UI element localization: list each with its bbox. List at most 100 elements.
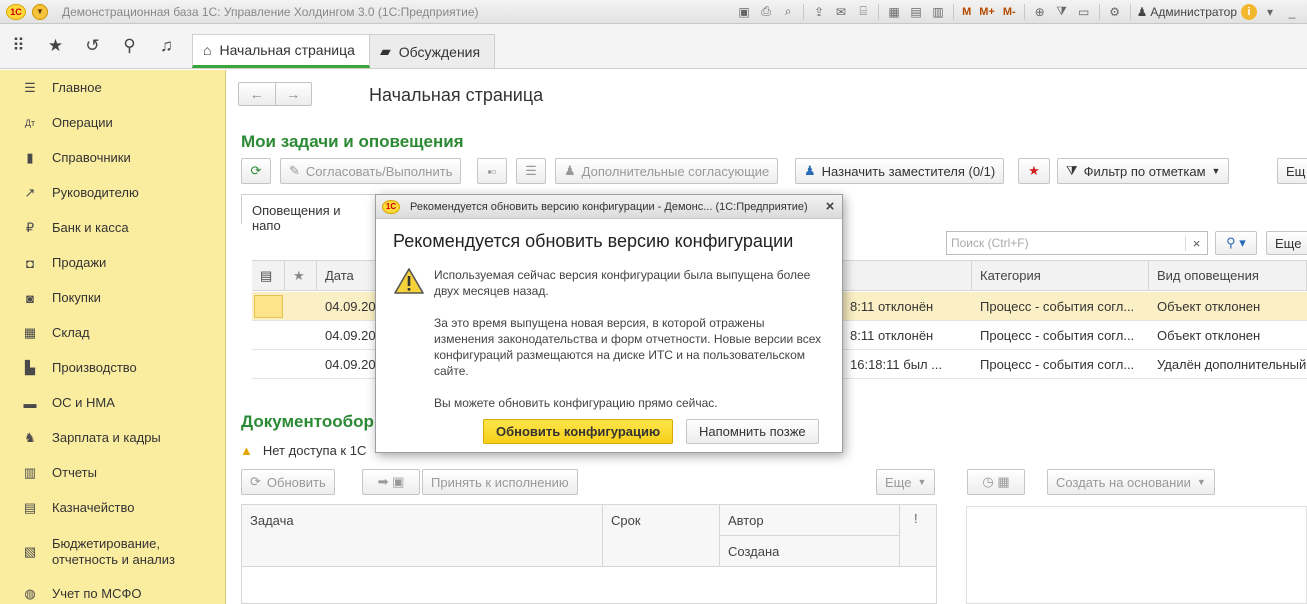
sidebar-item-reports[interactable]: ▥ Отчеты <box>0 465 226 481</box>
create-based-on-button[interactable]: Создать на основании ▼ <box>1047 469 1215 495</box>
sidebar-item-warehouse[interactable]: ▦ Склад <box>0 325 226 341</box>
close-icon[interactable]: × <box>818 198 842 215</box>
chevron-down-icon[interactable]: ▾ <box>1261 3 1279 20</box>
pencil-icon: ✎ <box>289 163 300 178</box>
sidebar-item-assets[interactable]: ▬ ОС и НМА <box>0 395 226 411</box>
info-icon[interactable]: i <box>1241 3 1257 20</box>
window-icon[interactable]: ▭ <box>1075 3 1093 20</box>
docflow-more-button[interactable]: Еще ▼ <box>876 469 936 495</box>
update-configuration-button[interactable]: Обновить конфигурацию <box>483 419 674 444</box>
remind-later-button[interactable]: Напомнить позже <box>686 419 819 444</box>
column-header-kind[interactable]: Вид оповещения <box>1149 261 1307 291</box>
sidebar-item-purchases[interactable]: ◙ Покупки <box>0 290 226 306</box>
column-header-created[interactable]: Создана <box>720 536 900 567</box>
apps-grid-icon[interactable]: ⠿ <box>0 24 37 68</box>
bag-icon: ◘ <box>26 255 34 271</box>
sidebar-item-bank[interactable]: ₽ Банк и касса <box>0 220 226 236</box>
row-selector[interactable] <box>254 295 283 318</box>
favorites-star-icon[interactable]: ★ <box>37 24 74 68</box>
column-header-category[interactable]: Категория <box>972 261 1149 291</box>
sidebar-item-sales[interactable]: ◘ Продажи <box>0 255 226 271</box>
app-title: Демонстрационная база 1С: Управление Хол… <box>62 4 479 19</box>
print-icon[interactable]: ⎙ <box>757 3 775 20</box>
chart-icon: ▥ <box>23 465 37 480</box>
structure-button[interactable]: ▪▫ <box>477 158 507 184</box>
sidebar-item-catalogs[interactable]: ▮ Справочники <box>0 150 226 166</box>
main-menu-button[interactable]: ▼ <box>32 3 48 20</box>
docflow-refresh-button[interactable]: ⟳ Обновить <box>241 469 335 495</box>
column-header-author[interactable]: Автор <box>720 505 900 536</box>
ruble-icon: ₽ <box>25 220 35 235</box>
docflow-actions-button[interactable]: ➡ ▣ <box>362 469 420 495</box>
filter-by-marks-button[interactable]: ⧩ Фильтр по отметкам ▼ <box>1057 158 1230 184</box>
approve-button[interactable]: ✎ Согласовать/Выполнить <box>280 158 462 184</box>
factory-icon: ▙ <box>25 360 35 375</box>
cell-kind: Объект отклонен <box>1157 299 1261 314</box>
mail-icon[interactable]: ✉ <box>832 3 850 20</box>
search-input[interactable]: Поиск (Ctrl+F) × <box>946 231 1208 255</box>
memory-button[interactable]: M <box>960 3 973 20</box>
refresh-icon: ⟳ <box>250 163 262 178</box>
history-icon[interactable]: ↺ <box>74 24 111 68</box>
minimize-icon[interactable]: _ <box>1283 3 1301 20</box>
search-icon[interactable]: ⚲ <box>111 24 148 68</box>
docflow-warning-text: Нет доступа к 1С <box>262 443 367 458</box>
mark-star-button[interactable]: ★ <box>1018 158 1050 184</box>
user-name: Администратор <box>1150 4 1237 19</box>
filter-icon[interactable]: ⧩ <box>1053 3 1071 20</box>
sidebar-item-production[interactable]: ▙ Производство <box>0 360 226 376</box>
forward-arrow-icon[interactable]: → <box>274 83 312 105</box>
zoom-icon[interactable]: ⊕ <box>1031 3 1049 20</box>
docflow-warning: ▲ Нет доступа к 1С <box>240 443 366 458</box>
app-logo: 1С <box>6 3 26 20</box>
sidebar-item-management[interactable]: ↗ Руководителю <box>0 185 226 201</box>
sidebar-item-main[interactable]: ☰ Главное <box>0 80 226 96</box>
dialog-paragraph: Используемая сейчас версия конфигурации … <box>434 268 811 298</box>
column-header-due[interactable]: Срок <box>603 505 720 567</box>
clock-icon: ◷ ▦ <box>982 474 1010 489</box>
user-icon: ♟ <box>1136 4 1148 19</box>
tab-home[interactable]: ⌂ Начальная страница <box>192 34 370 68</box>
column-header-flag[interactable]: ! <box>900 505 936 567</box>
notifications-more-button[interactable]: Еще <box>1266 231 1307 255</box>
bell-icon[interactable]: ♫ <box>148 24 185 68</box>
cell-kind: Удалён дополнительный... <box>1157 357 1307 372</box>
tasks-section-title: Мои задачи и оповещения <box>241 132 464 151</box>
calculator-icon[interactable]: ▦ <box>885 3 903 20</box>
sidebar-item-operations[interactable]: Дт Операции <box>0 115 226 131</box>
trend-icon: ↗ <box>24 185 36 200</box>
memory-plus-button[interactable]: M+ <box>977 3 997 20</box>
tab-notifications[interactable]: Оповещения и напо <box>241 194 379 233</box>
dialog-message: Используемая сейчас версия конфигурации … <box>434 267 826 427</box>
title-bar: 1С ▼ Демонстрационная база 1С: Управлени… <box>0 0 1307 24</box>
dashboard-icon[interactable]: ▥ <box>929 3 947 20</box>
sidebar-item-budgeting[interactable]: ▧ Бюджетирование, отчетность и анализ <box>0 535 226 569</box>
calendar-icon[interactable]: ▤ <box>907 3 925 20</box>
list-button[interactable]: ☰ <box>516 158 546 184</box>
tab-discussions[interactable]: ▰ Обсуждения <box>369 34 496 68</box>
column-header-task[interactable]: Задача <box>242 505 603 567</box>
sidebar-item-payroll[interactable]: ♞ Зарплата и кадры <box>0 430 226 446</box>
link-icon[interactable]: ⇪ <box>810 3 828 20</box>
additional-approvers-button[interactable]: ♟ Дополнительные согласующие <box>555 158 779 184</box>
user-menu[interactable]: ♟ Администратор <box>1137 5 1237 19</box>
back-arrow-icon[interactable]: ← <box>239 83 275 105</box>
refresh-button[interactable]: ⟳ <box>241 158 271 184</box>
cell-kind: Объект отклонен <box>1157 328 1261 343</box>
sidebar-item-ifrs[interactable]: ◍ Учет по МСФО <box>0 586 226 602</box>
budget-icon: ▧ <box>23 544 37 559</box>
accept-execution-button[interactable]: Принять к исполнению <box>422 469 578 495</box>
tasks-more-button[interactable]: Ещ <box>1277 158 1307 184</box>
sidebar-item-treasury[interactable]: ▤ Казначейство <box>0 500 226 516</box>
settings-icon[interactable]: ⚙ <box>1106 3 1124 20</box>
find-icon[interactable]: ⌸ <box>854 3 872 20</box>
docflow-tools-button[interactable]: ◷ ▦ <box>967 469 1025 495</box>
toolbar-separator <box>803 3 805 20</box>
preview-icon[interactable]: ⌕ <box>779 3 797 20</box>
memory-minus-button[interactable]: M- <box>1001 3 1018 20</box>
search-button[interactable]: ⚲ ▾ <box>1215 231 1257 255</box>
clear-icon[interactable]: × <box>1185 235 1207 251</box>
assign-deputy-button[interactable]: ♟ Назначить заместителя (0/1) <box>795 158 1005 184</box>
save-icon[interactable]: ▣ <box>735 3 753 20</box>
warning-icon <box>394 268 424 294</box>
